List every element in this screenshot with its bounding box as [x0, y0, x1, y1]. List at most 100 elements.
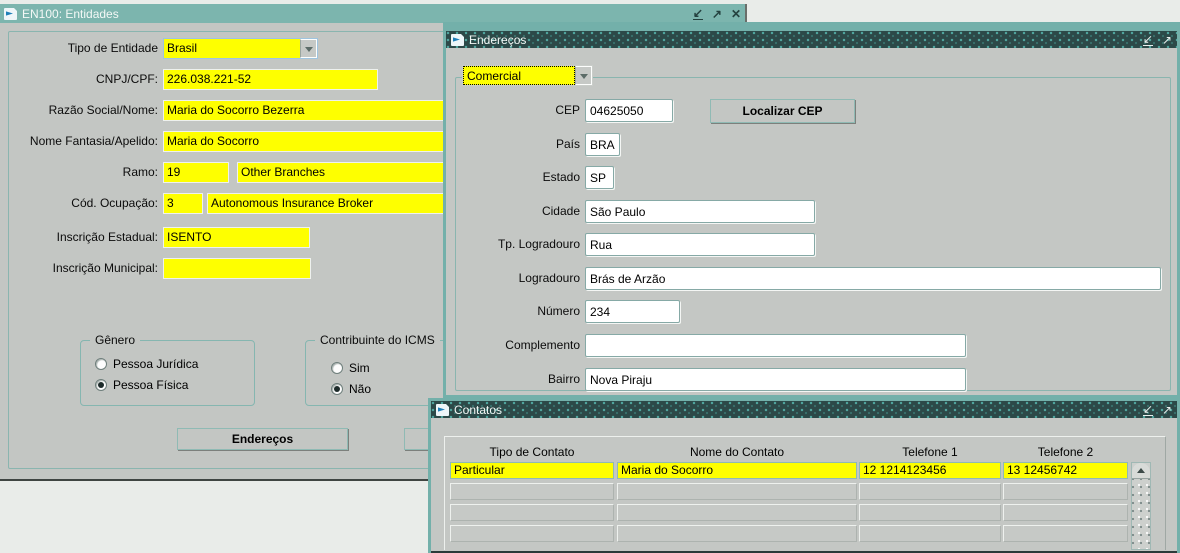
minimize-icon[interactable]: ↙ — [1142, 403, 1153, 416]
form-icon — [451, 32, 465, 46]
cidade-field[interactable] — [585, 200, 815, 223]
column-header-nome-contato: Nome do Contato — [689, 445, 785, 459]
entidades-title: EN100: Entidades — [22, 6, 119, 21]
logradouro-field[interactable] — [585, 267, 1161, 290]
mdi-background: EN100: Entidades ↙ ↗ ✕ Tipo de Entidade … — [0, 0, 1180, 553]
column-header-telefone-2: Telefone 2 — [1037, 445, 1094, 459]
contato-telefone1-cell[interactable] — [859, 504, 1001, 521]
chevron-down-icon[interactable] — [575, 66, 592, 85]
enderecos-titlebar[interactable]: Endereços ↙ ↗ — [446, 31, 1177, 48]
numero-label: Número — [537, 304, 580, 318]
inscricao-municipal-label: Inscrição Municipal: — [52, 261, 158, 275]
bairro-label: Bairro — [547, 372, 580, 386]
contatos-canvas: Tipo de Contato Nome do Contato Telefone… — [431, 418, 1177, 553]
contato-tipo-cell[interactable] — [450, 504, 614, 521]
scrollbar-track[interactable] — [1132, 479, 1150, 549]
ramo-desc-field[interactable]: Other Branches — [237, 162, 444, 183]
chevron-down-icon[interactable] — [300, 39, 317, 58]
radio-icon[interactable] — [331, 383, 343, 395]
bairro-field[interactable] — [585, 368, 966, 391]
contato-telefone2-cell[interactable] — [1003, 525, 1128, 542]
estado-label: Estado — [542, 170, 580, 184]
complemento-label: Complemento — [505, 338, 580, 352]
window-contatos: Contatos ↙ ↗ Tipo de Contato Nome do Con… — [428, 398, 1180, 553]
tipo-endereco-combo[interactable]: Comercial — [462, 65, 593, 86]
logradouro-label: Logradouro — [518, 271, 580, 285]
radio-icon[interactable] — [95, 358, 107, 370]
maximize-icon[interactable]: ↗ — [1162, 33, 1172, 47]
radio-pessoa-fisica[interactable]: Pessoa Física — [95, 378, 188, 392]
radio-icon[interactable] — [95, 379, 107, 391]
contato-telefone2-cell[interactable] — [1003, 483, 1128, 500]
tipo-entidade-label: Tipo de Entidade — [67, 41, 158, 55]
nome-fantasia-label: Nome Fantasia/Apelido: — [29, 134, 158, 148]
complemento-field[interactable] — [585, 334, 966, 357]
cnpj-label: CNPJ/CPF: — [95, 72, 158, 86]
close-icon[interactable]: ✕ — [731, 7, 741, 21]
minimize-icon[interactable]: ↙ — [692, 7, 703, 20]
contato-nome-cell[interactable]: Maria do Socorro — [617, 462, 857, 479]
tipo-entidade-combo[interactable]: Brasil — [163, 38, 318, 59]
minimize-icon[interactable]: ↙ — [1142, 33, 1153, 46]
scroll-up-icon[interactable] — [1132, 463, 1150, 479]
nome-fantasia-field[interactable]: Maria do Socorro — [163, 131, 444, 152]
entidades-titlebar[interactable]: EN100: Entidades ↙ ↗ ✕ — [0, 4, 745, 23]
contato-tipo-cell[interactable] — [450, 483, 614, 500]
tp-logradouro-field[interactable] — [585, 233, 815, 256]
radio-icms-sim[interactable]: Sim — [331, 361, 370, 375]
radio-pessoa-juridica[interactable]: Pessoa Jurídica — [95, 357, 198, 371]
icms-groupbox: Contribuinte do ICMS Sim Não — [305, 333, 465, 406]
ocupacao-code-field[interactable]: 3 — [163, 193, 203, 214]
contato-tipo-cell[interactable]: Particular — [450, 462, 614, 479]
razao-social-field[interactable]: Maria do Socorro Bezerra — [163, 100, 444, 121]
inscricao-estadual-field[interactable]: ISENTO — [163, 227, 310, 248]
form-icon — [4, 6, 18, 20]
contato-nome-cell[interactable] — [617, 504, 857, 521]
inscricao-estadual-label: Inscrição Estadual: — [56, 230, 158, 244]
cidade-label: Cidade — [541, 204, 580, 218]
radio-label: Sim — [349, 361, 370, 375]
contato-telefone1-cell[interactable] — [859, 525, 1001, 542]
contato-telefone2-cell[interactable] — [1003, 504, 1128, 521]
pais-label: País — [555, 137, 580, 151]
column-header-tipo-contato: Tipo de Contato — [489, 445, 575, 459]
ocupacao-label: Cód. Ocupação: — [71, 196, 158, 210]
inscricao-municipal-field[interactable] — [163, 258, 311, 279]
pais-field[interactable] — [585, 133, 620, 156]
radio-label: Pessoa Física — [113, 378, 189, 392]
contato-nome-cell[interactable] — [617, 483, 857, 500]
enderecos-button[interactable]: Endereços — [177, 428, 348, 450]
contato-nome-cell[interactable] — [617, 525, 857, 542]
estado-field[interactable] — [585, 166, 614, 189]
ramo-code-field[interactable]: 19 — [163, 162, 229, 183]
ocupacao-desc-field[interactable]: Autonomous Insurance Broker — [207, 193, 444, 214]
enderecos-canvas: Comercial CEP Localizar CEP País Estado … — [446, 48, 1177, 395]
tp-logradouro-label: Tp. Logradouro — [497, 237, 580, 251]
contato-telefone2-cell[interactable]: 13 12456742 — [1003, 462, 1128, 479]
column-header-telefone-1: Telefone 1 — [902, 445, 958, 459]
radio-icon[interactable] — [331, 362, 343, 374]
tipo-entidade-value: Brasil — [167, 41, 198, 55]
numero-field[interactable] — [585, 300, 680, 323]
contatos-scrollbar[interactable] — [1131, 462, 1151, 550]
ramo-label: Ramo: — [122, 165, 158, 179]
form-icon — [436, 402, 450, 416]
contatos-title: Contatos — [454, 402, 503, 417]
cnpj-field[interactable]: 226.038.221-52 — [163, 69, 378, 90]
genero-group-label: Gênero — [90, 333, 141, 348]
razao-social-label: Razão Social/Nome: — [48, 103, 158, 117]
maximize-icon[interactable]: ↗ — [1162, 403, 1172, 417]
contatos-titlebar[interactable]: Contatos ↙ ↗ — [431, 401, 1177, 418]
localizar-cep-button[interactable]: Localizar CEP — [710, 99, 855, 123]
radio-icms-nao[interactable]: Não — [331, 382, 371, 396]
tipo-endereco-value: Comercial — [463, 66, 575, 85]
enderecos-title: Endereços — [469, 32, 527, 47]
cep-field[interactable] — [585, 99, 673, 122]
maximize-icon[interactable]: ↗ — [712, 7, 722, 21]
contato-tipo-cell[interactable] — [450, 525, 614, 542]
window-enderecos: Endereços ↙ ↗ Comercial CEP Localizar CE… — [443, 22, 1180, 398]
radio-label: Não — [349, 382, 372, 396]
contato-telefone1-cell[interactable] — [859, 483, 1001, 500]
icms-group-label: Contribuinte do ICMS — [315, 333, 440, 348]
contato-telefone1-cell[interactable]: 12 1214123456 — [859, 462, 1001, 479]
